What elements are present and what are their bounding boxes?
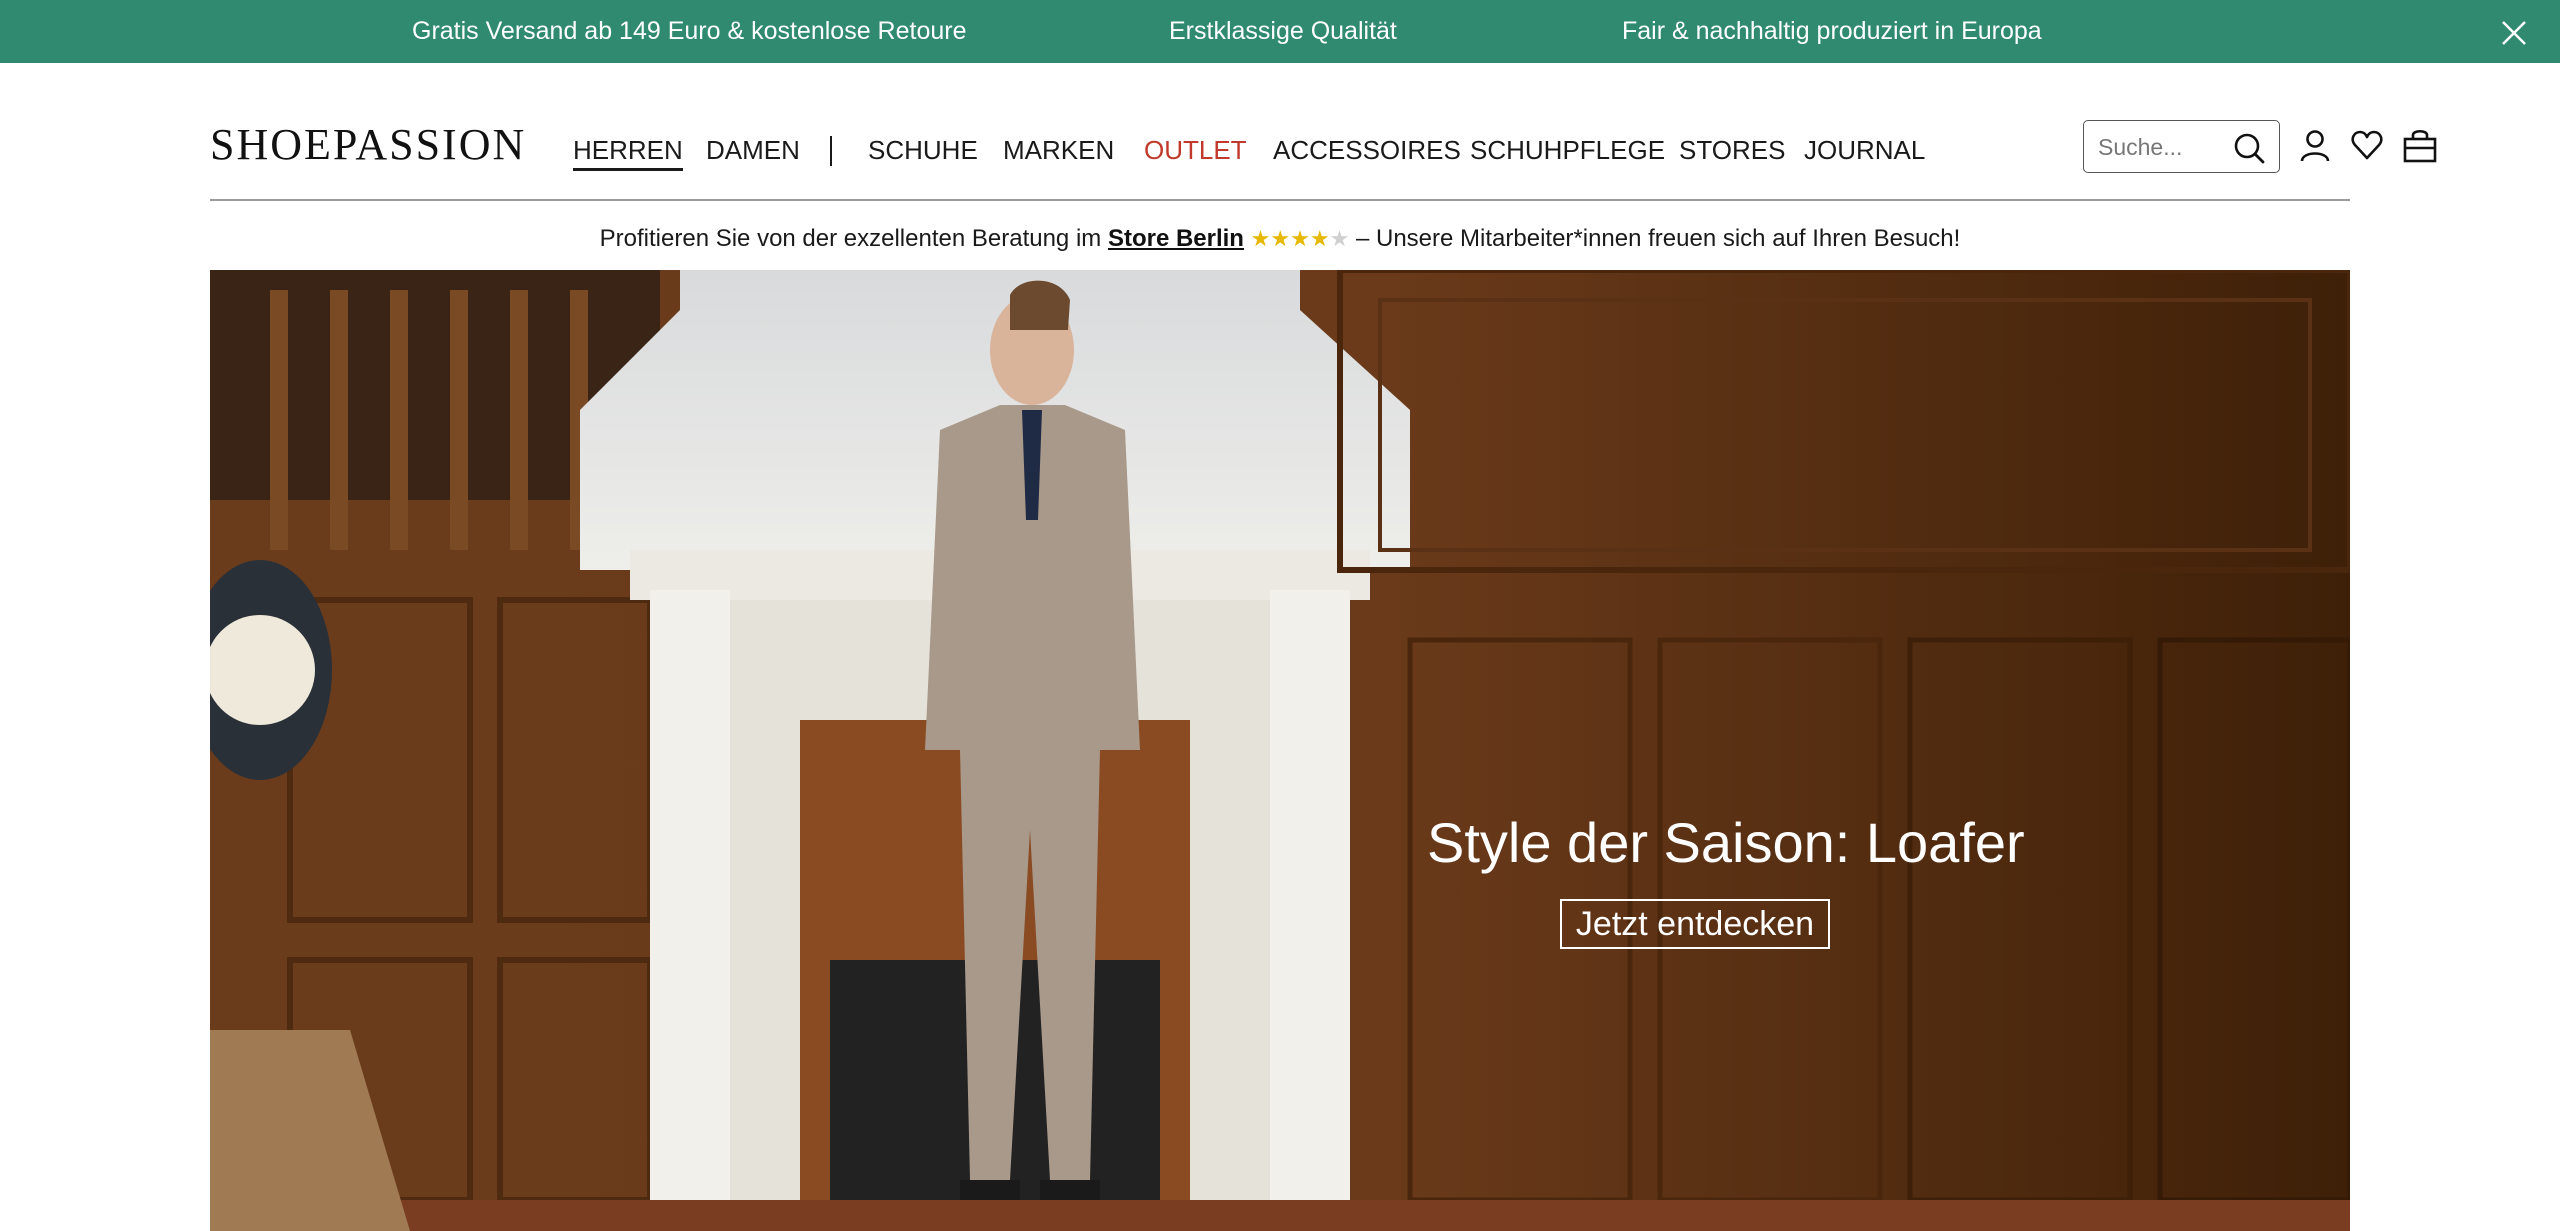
- user-icon[interactable]: [2298, 128, 2332, 164]
- header-divider: [210, 199, 2350, 201]
- star-icon: ★: [1270, 226, 1291, 251]
- promo-quality: Erstklassige Qualität: [1169, 17, 1397, 45]
- nav-item-stores[interactable]: STORES: [1679, 135, 1785, 166]
- hero-image: [210, 270, 2350, 1231]
- hero-banner[interactable]: Style der Saison: Loafer Jetzt entdecken: [210, 270, 2350, 1231]
- promo-bar: Gratis Versand ab 149 Euro & kostenlose …: [0, 0, 2560, 63]
- heart-icon[interactable]: [2350, 128, 2384, 162]
- search-icon[interactable]: [2232, 131, 2266, 165]
- nav-item-outlet[interactable]: OUTLET: [1144, 135, 1247, 166]
- nav-item-schuhpflege[interactable]: SCHUHPFLEGE: [1470, 135, 1665, 166]
- nav-item-accessoires[interactable]: ACCESSOIRES: [1273, 135, 1461, 166]
- star-icon: ★: [1250, 226, 1271, 251]
- promo-fair-production: Fair & nachhaltig produziert in Europa: [1622, 17, 2042, 45]
- hero-title: Style der Saison: Loafer: [1427, 811, 2025, 874]
- star-icon: ★: [1309, 226, 1330, 251]
- nav-separator: [830, 136, 832, 166]
- promo-free-shipping: Gratis Versand ab 149 Euro & kostenlose …: [412, 17, 967, 45]
- search-box: [2083, 120, 2280, 173]
- store-banner: Profitieren Sie von der exzellenten Bera…: [0, 225, 2560, 253]
- nav-item-damen[interactable]: DAMEN: [706, 135, 800, 166]
- store-banner-prefix: Profitieren Sie von der exzellenten Bera…: [599, 225, 1102, 252]
- hero-cta-button[interactable]: Jetzt entdecken: [1560, 899, 1830, 949]
- star-icon: ★: [1290, 226, 1310, 251]
- store-berlin-link[interactable]: Store Berlin: [1108, 225, 1244, 252]
- nav-item-schuhe[interactable]: SCHUHE: [868, 135, 978, 166]
- star-empty-icon: ★: [1329, 226, 1350, 251]
- close-icon[interactable]: [2498, 17, 2530, 49]
- logo[interactable]: SHOEPASSION: [210, 119, 526, 170]
- nav-item-herren[interactable]: HERREN: [573, 135, 683, 171]
- nav-item-marken[interactable]: MARKEN: [1003, 135, 1114, 166]
- nav-item-journal[interactable]: JOURNAL: [1804, 135, 1925, 166]
- store-rating: ★★★★★: [1251, 226, 1350, 251]
- bag-icon[interactable]: [2402, 126, 2438, 164]
- search-input[interactable]: [2098, 131, 2228, 163]
- store-banner-suffix: – Unsere Mitarbeiter*innen freuen sich a…: [1355, 225, 1961, 252]
